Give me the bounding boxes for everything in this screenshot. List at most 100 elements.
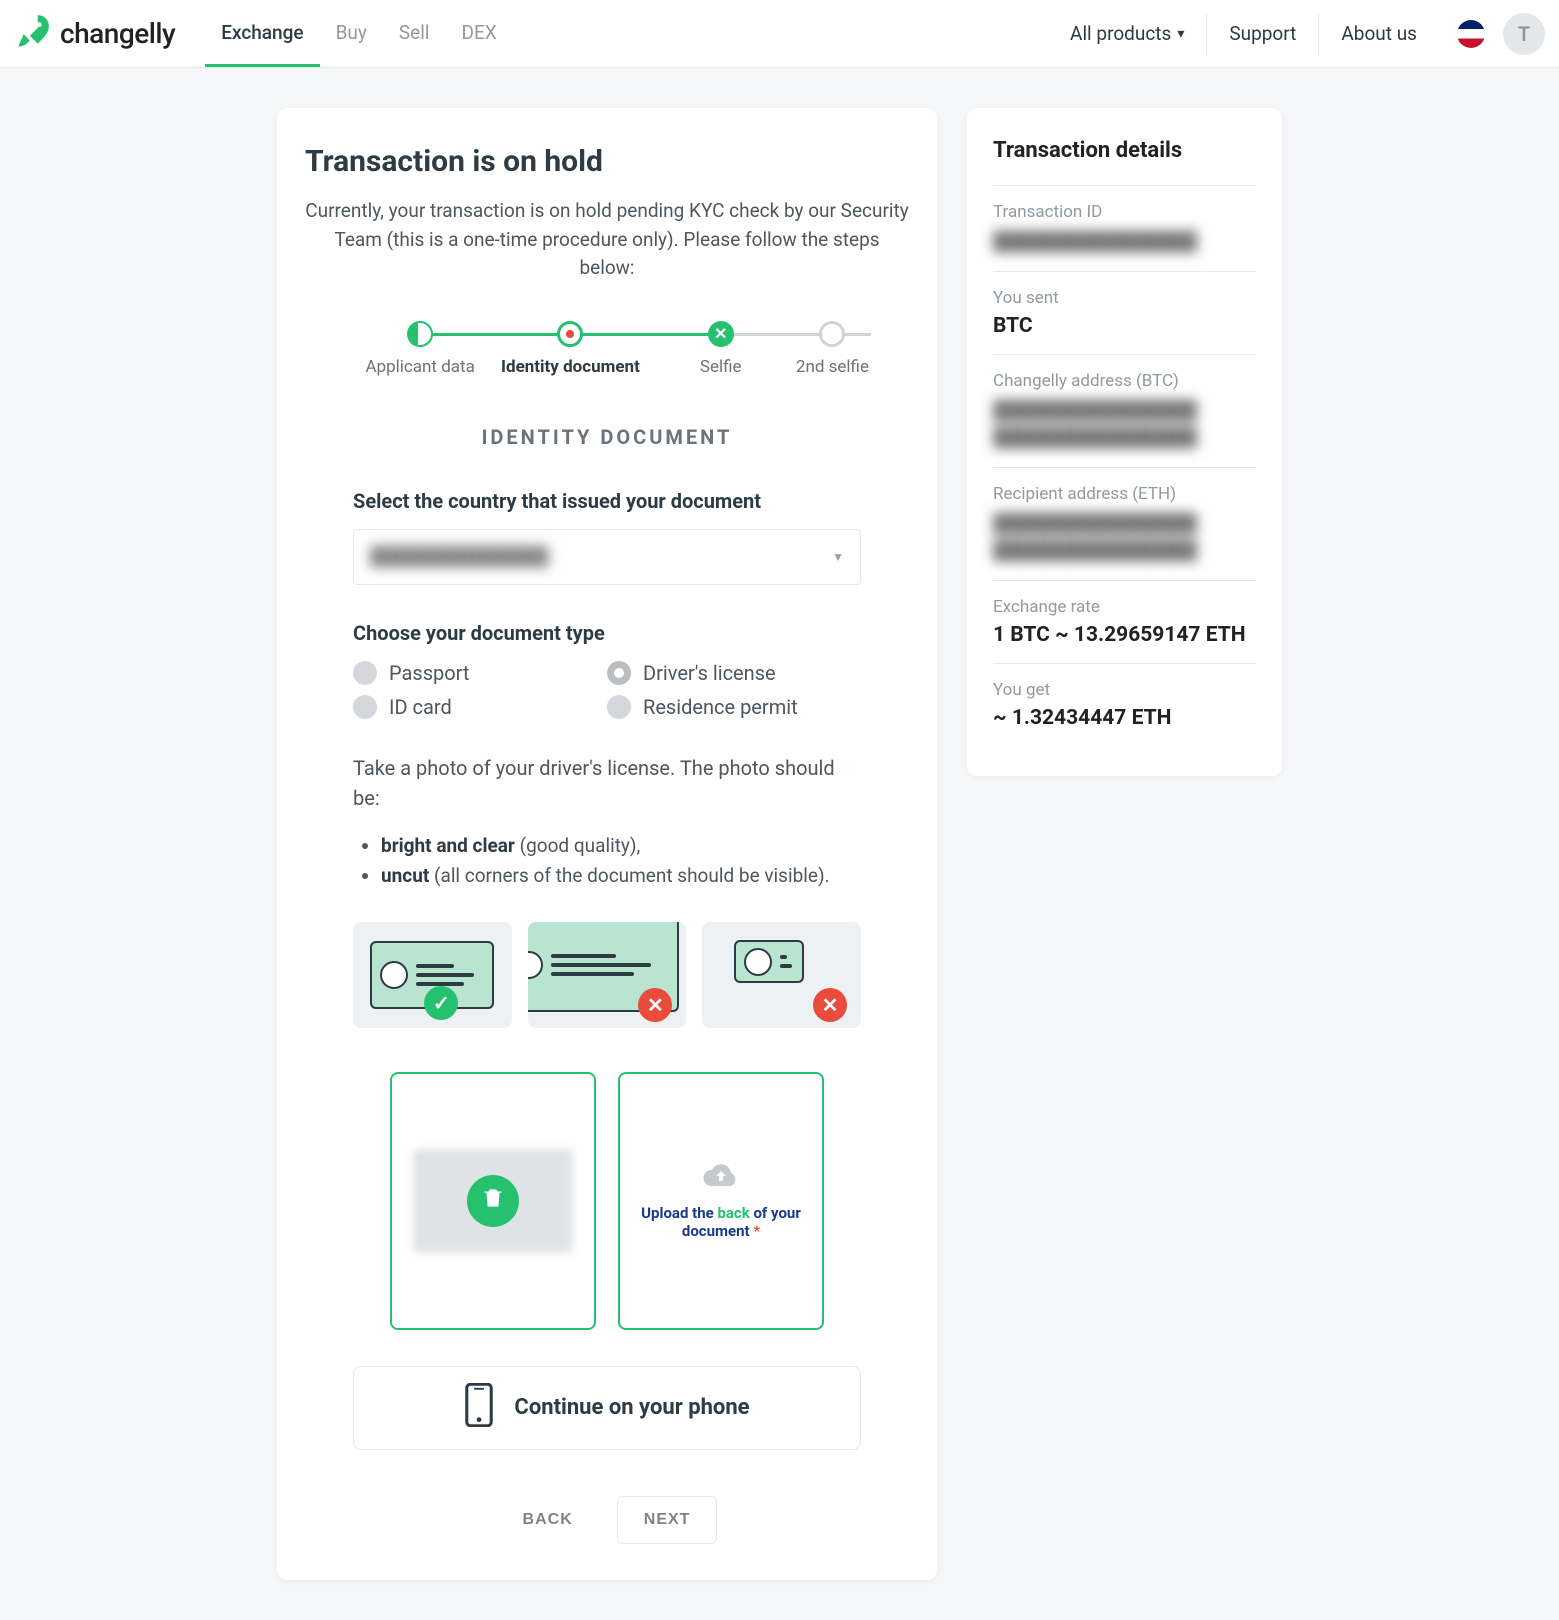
example-bad-cut: ✕ xyxy=(528,922,687,1028)
cross-icon: ✕ xyxy=(813,988,847,1022)
detail-transaction-id: Transaction ID ████████████████ xyxy=(993,185,1256,271)
header-right: All products ▾ Support About us T xyxy=(1048,0,1545,67)
nav-exchange[interactable]: Exchange xyxy=(205,0,319,67)
radio-circle-icon xyxy=(607,695,631,719)
upload-zones: Upload the back of your document * xyxy=(353,1072,861,1330)
radio-label: Residence permit xyxy=(643,695,798,719)
step-applicant-data: Applicant data xyxy=(345,321,495,377)
required-asterisk: * xyxy=(753,1222,760,1240)
main-nav: Exchange Buy Sell DEX xyxy=(205,0,512,67)
step-identity-document: Identity document xyxy=(495,321,645,377)
country-selected-value: ██████████████ xyxy=(370,546,549,567)
rule-bold: uncut xyxy=(381,864,429,887)
rule-uncut: uncut (all corners of the document shoul… xyxy=(381,861,861,891)
rule-rest: (all corners of the document should be v… xyxy=(429,864,829,887)
kyc-card: Transaction is on hold Currently, your t… xyxy=(277,108,937,1580)
all-products-label: All products xyxy=(1070,22,1171,45)
radio-label: Driver's license xyxy=(643,661,776,685)
button-row: BACK NEXT xyxy=(305,1496,909,1544)
rule-bold: bright and clear xyxy=(381,834,515,857)
radio-circle-icon xyxy=(353,661,377,685)
detail-label: Transaction ID xyxy=(993,202,1256,222)
upload-text: Upload the xyxy=(641,1204,717,1222)
side-title: Transaction details xyxy=(993,138,1256,163)
next-button[interactable]: NEXT xyxy=(617,1496,718,1544)
step-dot-check-icon: ✕ xyxy=(708,321,734,347)
step-selfie: ✕ Selfie xyxy=(646,321,796,377)
radio-residence-permit[interactable]: Residence permit xyxy=(607,695,861,719)
step-label: Identity document xyxy=(501,357,640,377)
detail-label: You get xyxy=(993,680,1256,700)
trash-icon xyxy=(480,1185,506,1216)
upload-back-zone[interactable]: Upload the back of your document * xyxy=(618,1072,824,1330)
rocket-icon xyxy=(14,12,52,55)
radio-label: ID card xyxy=(389,695,452,719)
detail-value: ~ 1.32434447 ETH xyxy=(993,706,1256,730)
detail-value: 1 BTC ~ 13.29659147 ETH xyxy=(993,623,1256,647)
radio-id-card[interactable]: ID card xyxy=(353,695,607,719)
back-button[interactable]: BACK xyxy=(497,1496,599,1544)
step-dot-future-icon xyxy=(819,321,845,347)
transaction-details-card: Transaction details Transaction ID █████… xyxy=(967,108,1282,776)
continue-on-phone-button[interactable]: Continue on your phone xyxy=(353,1366,861,1450)
example-good: ✓ xyxy=(353,922,512,1028)
continue-on-phone-label: Continue on your phone xyxy=(514,1395,749,1420)
brand-logo[interactable]: changelly xyxy=(14,12,175,55)
form-area: Select the country that issued your docu… xyxy=(305,489,909,1330)
check-icon: ✓ xyxy=(424,986,458,1020)
detail-label: Recipient address (ETH) xyxy=(993,484,1256,504)
nav-dex[interactable]: DEX xyxy=(446,0,513,67)
doc-type-radios: Passport Driver's license ID card Reside… xyxy=(353,661,861,719)
delete-upload-button[interactable] xyxy=(467,1175,519,1227)
photo-instruction: Take a photo of your driver's license. T… xyxy=(353,753,861,813)
detail-exchange-rate: Exchange rate 1 BTC ~ 13.29659147 ETH xyxy=(993,580,1256,663)
about-link[interactable]: About us xyxy=(1319,14,1439,54)
country-select-label: Select the country that issued your docu… xyxy=(353,489,861,513)
detail-recipient-address: Recipient address (ETH) ████████████████… xyxy=(993,467,1256,580)
detail-label: Exchange rate xyxy=(993,597,1256,617)
step-second-selfie: 2nd selfie xyxy=(796,321,869,377)
upload-front-zone[interactable] xyxy=(390,1072,596,1330)
section-heading: IDENTITY DOCUMENT xyxy=(305,425,909,449)
caret-down-icon: ▼ xyxy=(832,550,844,564)
top-header: changelly Exchange Buy Sell DEX All prod… xyxy=(0,0,1559,68)
support-link[interactable]: Support xyxy=(1207,14,1319,54)
nav-buy[interactable]: Buy xyxy=(320,0,383,67)
radio-drivers-license[interactable]: Driver's license xyxy=(607,661,861,685)
step-label: Applicant data xyxy=(365,357,474,377)
brand-name: changelly xyxy=(60,17,175,50)
detail-label: Changelly address (BTC) xyxy=(993,371,1256,391)
phone-icon xyxy=(464,1383,494,1433)
detail-you-sent: You sent BTC xyxy=(993,271,1256,354)
radio-label: Passport xyxy=(389,661,469,685)
cross-icon: ✕ xyxy=(638,988,672,1022)
detail-value: ████████████████ ████████████████ xyxy=(993,510,1256,564)
step-label: Selfie xyxy=(700,357,742,377)
language-flag-icon[interactable] xyxy=(1457,20,1485,48)
chevron-down-icon: ▾ xyxy=(1177,26,1184,42)
example-images: ✓ ✕ ✕ xyxy=(353,922,861,1028)
progress-stepper: Applicant data Identity document ✕ Selfi… xyxy=(345,321,869,377)
detail-you-get: You get ~ 1.32434447 ETH xyxy=(993,663,1256,746)
detail-changelly-address: Changelly address (BTC) ████████████████… xyxy=(993,354,1256,467)
all-products-dropdown[interactable]: All products ▾ xyxy=(1048,14,1207,54)
example-bad-small: ✕ xyxy=(702,922,861,1028)
step-dot-current-icon xyxy=(557,321,583,347)
detail-value: ████████████████ ████████████████ xyxy=(993,397,1256,451)
country-select[interactable]: ██████████████ ▼ xyxy=(353,529,861,585)
page-description: Currently, your transaction is on hold p… xyxy=(305,197,909,283)
nav-sell[interactable]: Sell xyxy=(383,0,446,67)
page-body: Transaction is on hold Currently, your t… xyxy=(80,68,1480,1620)
detail-value: BTC xyxy=(993,314,1256,338)
step-label: 2nd selfie xyxy=(796,357,869,377)
upload-highlight: back xyxy=(717,1204,749,1222)
rule-bright: bright and clear (good quality), xyxy=(381,831,861,861)
page-title: Transaction is on hold xyxy=(305,144,909,179)
detail-label: You sent xyxy=(993,288,1256,308)
upload-back-label: Upload the back of your document * xyxy=(620,1204,822,1240)
user-avatar[interactable]: T xyxy=(1503,13,1545,55)
radio-passport[interactable]: Passport xyxy=(353,661,607,685)
photo-rules: bright and clear (good quality), uncut (… xyxy=(353,831,861,892)
detail-value: ████████████████ xyxy=(993,228,1256,255)
radio-circle-icon xyxy=(353,695,377,719)
